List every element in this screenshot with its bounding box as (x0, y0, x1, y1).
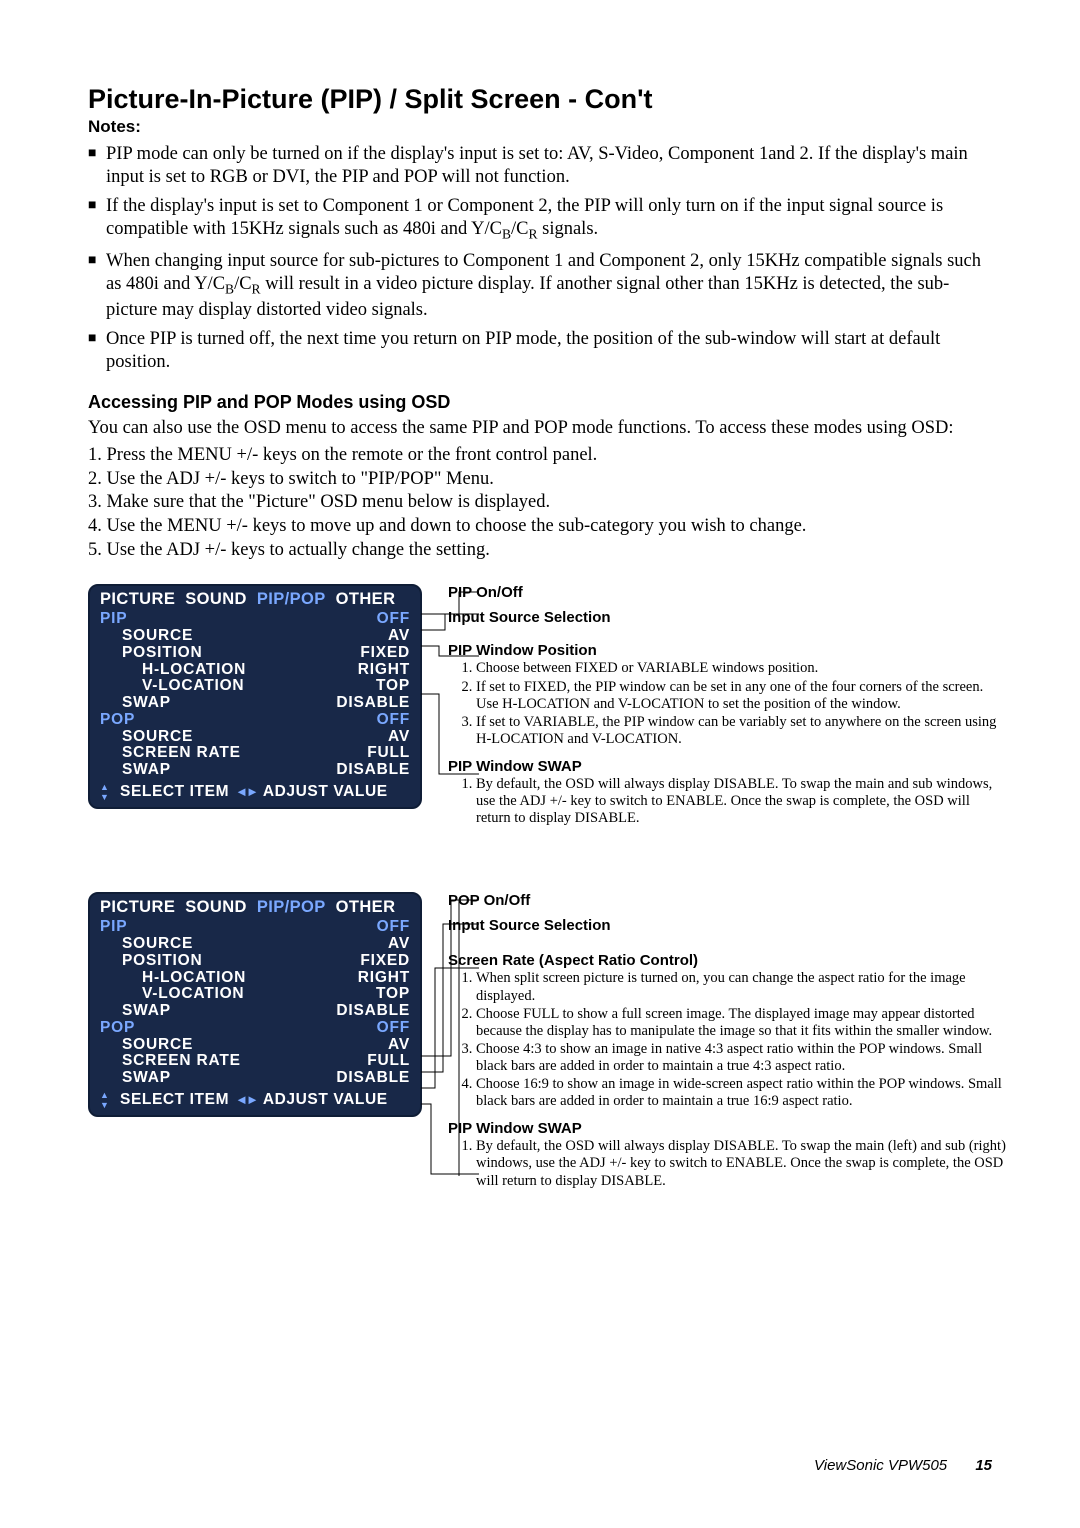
callout-title: PIP Window SWAP (448, 1120, 1008, 1137)
page-number: 15 (975, 1457, 992, 1474)
callout-list: By default, the OSD will always display … (448, 1138, 1008, 1189)
callout-title: Input Source Selection (448, 609, 1008, 626)
osd-row: POPOFF (100, 1020, 410, 1037)
bar-left: SELECT ITEM (120, 1091, 229, 1109)
access-heading: Accessing PIP and POP Modes using OSD (88, 392, 992, 413)
product-name: ViewSonic VPW505 (814, 1457, 947, 1474)
callout-item: If set to VARIABLE, the PIP window can b… (476, 714, 1008, 748)
step: Use the ADJ +/- keys to actually change … (88, 539, 992, 563)
osd-row: SCREEN RATEFULL (100, 745, 410, 762)
osd-row: POSITIONFIXED (100, 953, 410, 970)
callout-title: Input Source Selection (448, 917, 1008, 934)
osd-row: SOURCEAV (100, 729, 410, 746)
bar-right: ADJUST VALUE (263, 783, 388, 801)
tab-active: PIP/POP (257, 898, 326, 917)
tab: PICTURE (100, 590, 175, 609)
access-intro: You can also use the OSD menu to access … (88, 417, 992, 440)
osd-row: H-LOCATIONRIGHT (100, 970, 410, 987)
callout-item: Choose FULL to show a full screen image.… (476, 1006, 1008, 1040)
callout-item: By default, the OSD will always display … (476, 776, 1008, 827)
access-steps: Press the MENU +/- keys on the remote or… (88, 444, 992, 562)
note-item: When changing input source for sub-pictu… (88, 250, 992, 322)
callout-title: PIP Window Position (448, 642, 1008, 659)
osd-row: SCREEN RATEFULL (100, 1053, 410, 1070)
osd-row: SWAPDISABLE (100, 1070, 410, 1087)
osd-panel: PICTURE SOUND PIP/POP OTHER PIPOFFSOURCE… (88, 892, 422, 1116)
step: Make sure that the "Picture" OSD menu be… (88, 491, 992, 515)
tab: SOUND (185, 590, 247, 609)
callout-item: When split screen picture is turned on, … (476, 970, 1008, 1004)
osd-row: POPOFF (100, 712, 410, 729)
diagram-2: PICTURE SOUND PIP/POP OTHER PIPOFFSOURCE… (88, 892, 992, 1212)
callout-item: Choose 16:9 to show an image in wide-scr… (476, 1076, 1008, 1110)
callout-title: PIP Window SWAP (448, 758, 1008, 775)
callout-list: Choose between FIXED or VARIABLE windows… (448, 660, 1008, 748)
osd-row: SWAPDISABLE (100, 695, 410, 712)
page-title: Picture-In-Picture (PIP) / Split Screen … (88, 84, 992, 115)
note-item: PIP mode can only be turned on if the di… (88, 143, 992, 189)
callout-list: When split screen picture is turned on, … (448, 970, 1008, 1110)
osd-row: H-LOCATIONRIGHT (100, 662, 410, 679)
callout-item: By default, the OSD will always display … (476, 1138, 1008, 1189)
step: Use the MENU +/- keys to move up and dow… (88, 515, 992, 539)
osd-row: PIPOFF (100, 611, 410, 628)
note-item: Once PIP is turned off, the next time yo… (88, 328, 992, 374)
osd-tabs: PICTURE SOUND PIP/POP OTHER (100, 898, 410, 917)
osd-row: SOURCEAV (100, 628, 410, 645)
tab: SOUND (185, 898, 247, 917)
osd-panel: PICTURE SOUND PIP/POP OTHER PIPOFFSOURCE… (88, 584, 422, 808)
callout-title: POP On/Off (448, 892, 1008, 909)
osd-row: SWAPDISABLE (100, 762, 410, 779)
callouts: PIP On/Off Input Source Selection PIP Wi… (448, 584, 1008, 837)
bar-right: ADJUST VALUE (263, 1091, 388, 1109)
osd-tabs: PICTURE SOUND PIP/POP OTHER (100, 590, 410, 609)
osd-row: V-LOCATIONTOP (100, 986, 410, 1003)
arrow-horiz-icon: ◄► (235, 1092, 257, 1107)
notes-heading: Notes: (88, 117, 992, 137)
callout-item: If set to FIXED, the PIP window can be s… (476, 679, 1008, 713)
step: Press the MENU +/- keys on the remote or… (88, 444, 992, 468)
callout-title: Screen Rate (Aspect Ratio Control) (448, 952, 1008, 969)
callouts: POP On/Off Input Source Selection Screen… (448, 892, 1008, 1199)
diagram-1: PICTURE SOUND PIP/POP OTHER PIPOFFSOURCE… (88, 584, 992, 844)
notes-list: PIP mode can only be turned on if the di… (88, 143, 992, 374)
callout-title: PIP On/Off (448, 584, 1008, 601)
step: Use the ADJ +/- keys to switch to "PIP/P… (88, 468, 992, 492)
arrow-horiz-icon: ◄► (235, 784, 257, 799)
callout-item: Choose 4:3 to show an image in native 4:… (476, 1041, 1008, 1075)
arrow-vert-icon (100, 785, 114, 799)
osd-row: SWAPDISABLE (100, 1003, 410, 1020)
page-footer: ViewSonic VPW505 15 (814, 1457, 992, 1474)
arrow-vert-icon (100, 1093, 114, 1107)
osd-row: POSITIONFIXED (100, 645, 410, 662)
tab: OTHER (336, 590, 396, 609)
osd-bar: SELECT ITEM ◄► ADJUST VALUE (100, 1091, 410, 1109)
callout-list: By default, the OSD will always display … (448, 776, 1008, 827)
note-item: If the display's input is set to Compone… (88, 195, 992, 244)
bar-left: SELECT ITEM (120, 783, 229, 801)
tab-active: PIP/POP (257, 590, 326, 609)
tab: PICTURE (100, 898, 175, 917)
osd-row: PIPOFF (100, 919, 410, 936)
osd-row: V-LOCATIONTOP (100, 678, 410, 695)
page: Picture-In-Picture (PIP) / Split Screen … (0, 0, 1080, 1528)
tab: OTHER (336, 898, 396, 917)
osd-bar: SELECT ITEM ◄► ADJUST VALUE (100, 783, 410, 801)
callout-item: Choose between FIXED or VARIABLE windows… (476, 660, 1008, 677)
osd-row: SOURCEAV (100, 1037, 410, 1054)
osd-row: SOURCEAV (100, 936, 410, 953)
